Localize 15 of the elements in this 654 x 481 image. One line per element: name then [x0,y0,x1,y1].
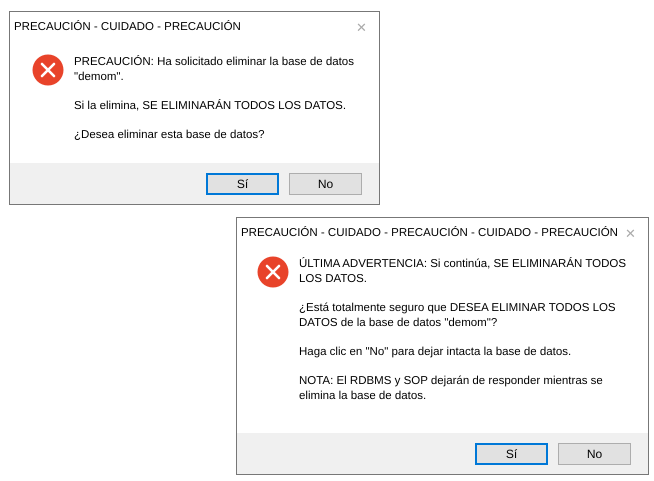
window-title: PRECAUCIÓN - CUIDADO - PRECAUCIÓN - CUIDADO - PRECAUCIÓN [241,227,618,239]
message-text: Si la elimina, SE ELIMINARÁN TODOS LOS DATOS. [74,99,348,114]
message-text: ¿Está totalmente seguro que DESEA ELIMINAR TODOS LOS DATOS de la base de datos "demom"? [299,301,617,331]
message-text: PRECAUCIÓN: Ha solicitado eliminar la base de datos "demom". [74,55,355,85]
dialog-button[interactable]: Sí [475,442,548,464]
message-text: ¿Desea eliminar esta base de datos? [74,128,266,143]
message-text: Haga clic en "No" para dejar intacta la base de datos. [299,345,572,360]
error-icon [257,256,289,288]
dialog-button[interactable]: No [289,172,362,194]
window-title: PRECAUCIÓN - CUIDADO - PRECAUCIÓN [14,21,241,33]
message-text: ÚLTIMA ADVERTENCIA: Si continúa, SE ELIMINARÁN TODOS LOS DATOS. [299,257,628,287]
error-icon [32,54,64,86]
dialog-button[interactable]: Sí [206,172,279,194]
message-text: NOTA: El RDBMS y SOP dejarán de responder mientras se elimina la base de datos. [299,374,604,404]
dialog-button[interactable]: No [558,442,631,464]
